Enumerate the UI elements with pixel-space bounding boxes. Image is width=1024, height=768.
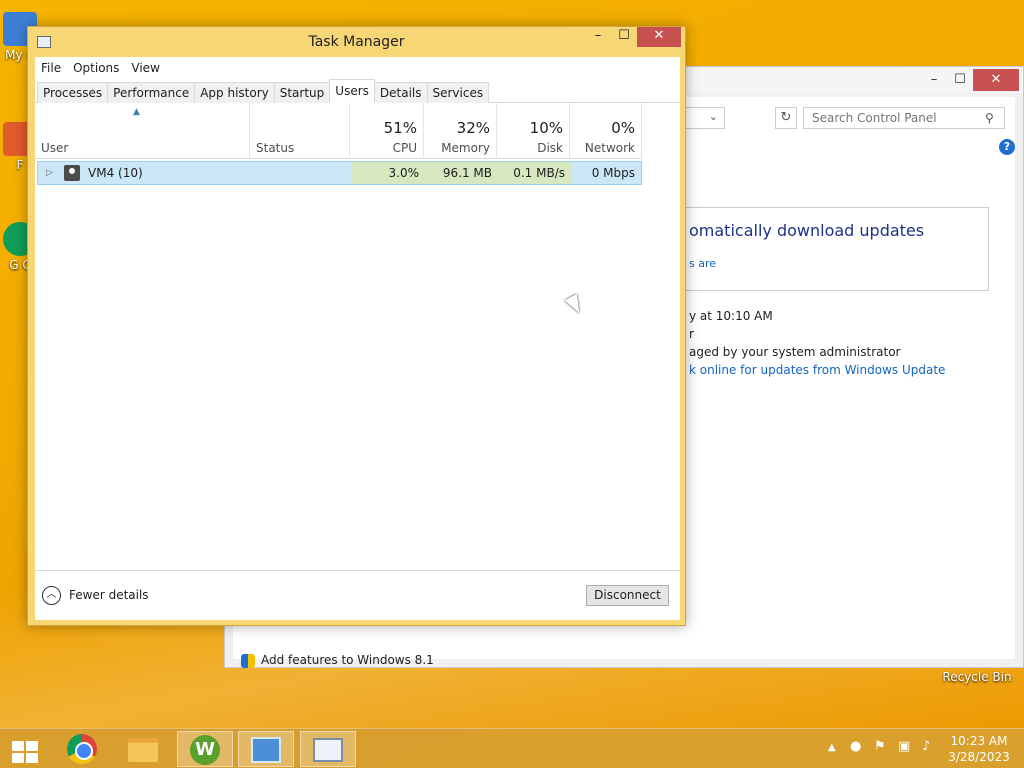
network-status-icon[interactable]: ●: [850, 739, 861, 754]
minimize-button[interactable]: –: [585, 27, 611, 47]
disk-usage-percent: 10%: [529, 119, 563, 137]
task-manager-titlebar[interactable]: Task Manager – ☐ ✕: [28, 27, 685, 57]
address-dropdown-button[interactable]: ⌄: [685, 107, 725, 129]
task-manager-icon: [313, 738, 343, 762]
tab-strip: Processes Performance App history Startu…: [35, 79, 680, 103]
desktop-icon-label: Recycle Bin: [942, 670, 1012, 684]
tab-app-history[interactable]: App history: [194, 82, 275, 103]
taskbar-chrome[interactable]: [54, 731, 110, 767]
system-clock[interactable]: 10:23 AM 3/28/2023: [944, 733, 1014, 765]
chevron-down-icon: ⌄: [708, 110, 718, 123]
webroot-icon: W: [190, 735, 220, 765]
clock-date: 3/28/2023: [948, 750, 1010, 764]
column-header-label: Memory: [441, 141, 490, 155]
taskbar: W ▲ ● ⚑ ▣ ♪ 10:23 AM 3/28/2023: [0, 728, 1024, 768]
update-status-heading: omatically download updates: [689, 221, 925, 240]
search-icon[interactable]: ⚲: [985, 111, 994, 125]
taskbar-webroot[interactable]: W: [177, 731, 233, 767]
folder-icon: [128, 738, 158, 762]
menu-options[interactable]: Options: [67, 57, 125, 79]
fewer-details-button[interactable]: ︿ Fewer details: [42, 584, 149, 606]
menu-view[interactable]: View: [125, 57, 165, 79]
updates-available-link[interactable]: s are: [689, 257, 716, 270]
task-manager-window: Task Manager – ☐ ✕ File Options View Pro…: [27, 26, 686, 626]
column-header-disk[interactable]: 10% Disk: [497, 103, 570, 159]
check-online-link[interactable]: k online for updates from Windows Update: [689, 363, 945, 377]
search-control-panel-input[interactable]: [803, 107, 1005, 129]
control-panel-icon: [251, 737, 281, 763]
network-usage-percent: 0%: [611, 119, 635, 137]
clock-time: 10:23 AM: [950, 734, 1008, 748]
refresh-icon: ↻: [780, 110, 792, 125]
windows-logo-icon: [12, 741, 38, 763]
task-manager-body: File Options View Processes Performance …: [35, 57, 680, 620]
tab-processes[interactable]: Processes: [37, 82, 109, 103]
user-avatar-icon: [64, 165, 80, 181]
column-header-label: Disk: [537, 141, 563, 155]
taskbar-control-panel[interactable]: [238, 731, 294, 767]
status-cell: [258, 162, 350, 184]
last-check-text: y at 10:10 AM: [689, 309, 773, 323]
network-cell: 0 Mbps: [591, 166, 635, 180]
expand-arrow-icon[interactable]: ▷: [46, 162, 53, 184]
memory-usage-percent: 32%: [456, 119, 490, 137]
column-header-memory[interactable]: 32% Memory: [424, 103, 497, 159]
tab-performance[interactable]: Performance: [107, 82, 196, 103]
disconnect-button[interactable]: Disconnect: [586, 585, 669, 606]
show-hidden-icons-chevron-icon[interactable]: ▲: [828, 742, 836, 753]
speaker-muted-icon[interactable]: ♪: [922, 739, 930, 754]
tab-startup[interactable]: Startup: [273, 82, 331, 103]
users-table-header: ▲ User Status 51% CPU 32% Memory 10% Dis…: [35, 103, 642, 159]
column-header-network[interactable]: 0% Network: [570, 103, 642, 159]
cpu-usage-percent: 51%: [383, 119, 417, 137]
network-icon[interactable]: ▣: [898, 739, 910, 754]
column-header-label: Status: [256, 141, 295, 155]
sort-ascending-icon: ▲: [133, 107, 140, 117]
tab-users[interactable]: Users: [329, 79, 375, 103]
maximize-button[interactable]: ☐: [611, 27, 637, 47]
menu-file[interactable]: File: [35, 57, 67, 79]
user-name-cell: VM4 (10): [88, 166, 143, 180]
chrome-icon: [67, 734, 97, 764]
cpu-cell: 3.0%: [351, 162, 425, 184]
column-header-label: User: [41, 141, 69, 155]
menu-bar: File Options View: [35, 57, 680, 79]
tab-services[interactable]: Services: [426, 82, 490, 103]
column-header-user[interactable]: ▲ User: [35, 103, 250, 159]
updates-installed-text: r: [689, 327, 694, 341]
maximize-button[interactable]: ☐: [945, 69, 975, 91]
add-features-label: Add features to Windows 8.1: [261, 653, 434, 667]
column-header-label: Network: [584, 141, 635, 155]
close-button[interactable]: ✕: [973, 69, 1019, 91]
close-button[interactable]: ✕: [637, 27, 681, 47]
action-center-flag-icon[interactable]: ⚑: [874, 739, 886, 754]
start-button[interactable]: [0, 731, 50, 767]
chevron-up-icon: ︿: [42, 585, 61, 605]
column-header-label: CPU: [392, 141, 417, 155]
tab-details[interactable]: Details: [373, 82, 428, 103]
memory-cell: 96.1 MB: [425, 162, 498, 184]
taskbar-task-manager[interactable]: [300, 731, 356, 767]
column-header-cpu[interactable]: 51% CPU: [350, 103, 424, 159]
taskbar-file-explorer[interactable]: [115, 731, 171, 767]
shield-icon: [241, 653, 255, 668]
task-manager-footer: ︿ Fewer details Disconnect: [35, 570, 680, 620]
column-header-status[interactable]: Status: [250, 103, 350, 159]
refresh-button[interactable]: ↻: [775, 107, 797, 129]
update-status-box: [685, 207, 989, 291]
help-icon[interactable]: ?: [999, 139, 1015, 155]
fewer-details-label: Fewer details: [69, 588, 149, 602]
managed-by-admin-text: aged by your system administrator: [689, 345, 901, 359]
add-features-link[interactable]: Add features to Windows 8.1: [241, 653, 434, 668]
disk-cell: 0.1 MB/s: [498, 162, 571, 184]
table-row[interactable]: ▷ VM4 (10) 3.0% 96.1 MB 0.1 MB/s 0 Mbps: [37, 161, 642, 185]
